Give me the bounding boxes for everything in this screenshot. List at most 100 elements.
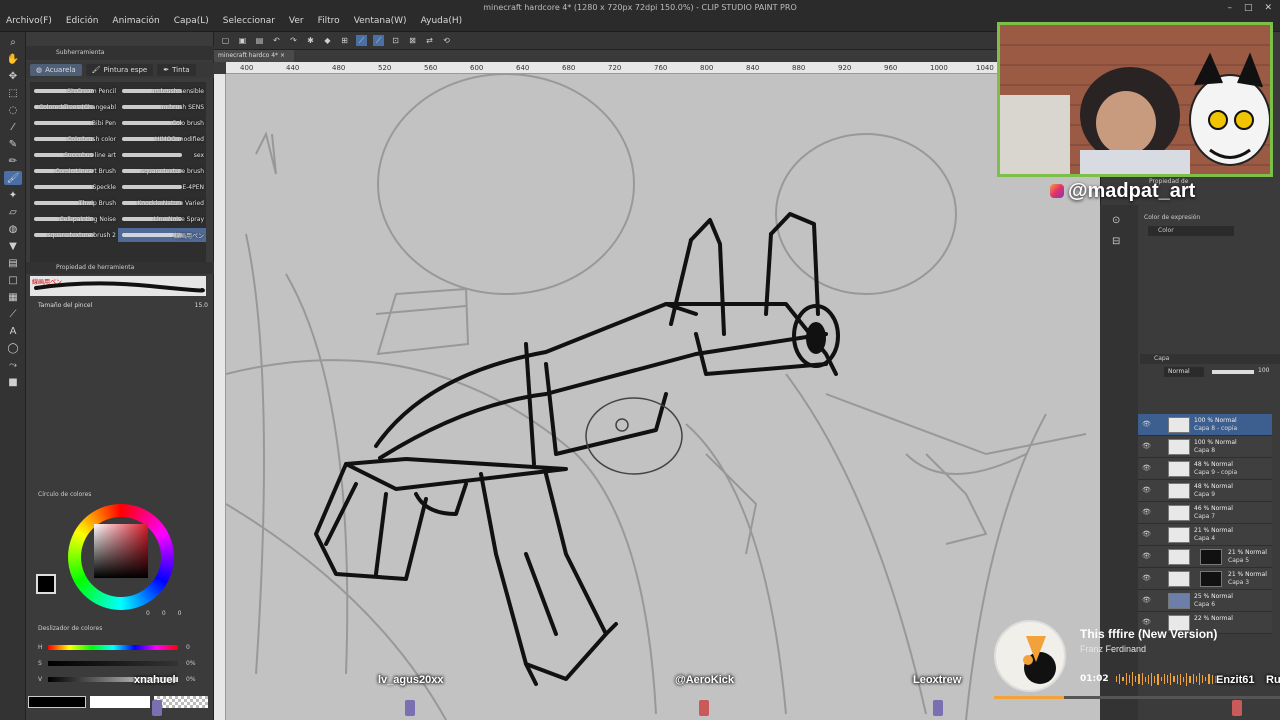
fill-tool-icon[interactable]: ▼ [4,239,22,253]
frame-tool-icon[interactable]: ▦ [4,290,22,304]
brush-item[interactable]: Line Noise Spray [118,212,206,226]
visibility-eye-icon[interactable]: 👁 [1142,420,1151,428]
menu-filtro[interactable]: Filtro [318,16,340,26]
brush-item[interactable]: square texture brush 2 [30,228,118,242]
text-tool-icon[interactable]: A [4,324,22,338]
layer-row[interactable]: 👁 21 % Normal Capa 3 [1138,568,1272,590]
brush-item[interactable]: Succubus line art [30,148,118,162]
tab-acuarela[interactable]: ◍ Acuarela [30,64,82,76]
layer-row[interactable]: 👁 21 % Normal Capa 4 [1138,524,1272,546]
saturation-value-square[interactable] [94,524,148,578]
visibility-eye-icon[interactable]: 👁 [1142,508,1151,516]
layer-row[interactable]: 👁 25 % Normal Capa 6 [1138,590,1272,612]
ruler-snap-icon[interactable]: ⊡ [390,35,401,46]
main-color-swatch[interactable] [36,574,56,594]
pencil-tool-icon[interactable]: ✏ [4,154,22,168]
select-tool-icon[interactable]: ⬚ [4,86,22,100]
layer-row[interactable]: 👁 100 % Normal Capa 8 [1138,436,1272,458]
open-icon[interactable]: ▣ [237,35,248,46]
visibility-eye-icon[interactable]: 👁 [1142,464,1151,472]
brush-item-selected[interactable]: 線画用ペン [118,228,206,242]
close-icon[interactable]: ✕ [1264,3,1272,13]
document-tab[interactable]: minecraft hardco 4* × [214,50,294,62]
undo-icon[interactable]: ↶ [271,35,282,46]
hue-slider[interactable] [48,645,178,650]
white-swatch[interactable] [90,696,150,708]
transparent-swatch[interactable] [154,696,208,708]
brush-item[interactable]: Knockle Nature Varied [118,196,206,210]
stabilizer-icon[interactable]: ⟋ [356,35,367,46]
gradient-tool-icon[interactable]: ▤ [4,256,22,270]
rotate-icon[interactable]: ⟲ [441,35,452,46]
drawing-canvas[interactable] [226,74,1100,720]
layer-row[interactable]: 👁 48 % Normal Capa 9 - copia [1138,458,1272,480]
hand-tool-icon[interactable]: ✋ [4,52,22,66]
eyedropper-tool-icon[interactable]: ⁄ [4,120,22,134]
opacity-value[interactable]: 100 [1258,367,1269,374]
tab-pintura[interactable]: 🖌 Pintura espe [85,64,154,76]
balloon-tool-icon[interactable]: ◯ [4,341,22,355]
grid-icon[interactable]: ⊠ [407,35,418,46]
pen-tool-icon[interactable]: ✎ [4,137,22,151]
correct-line-tool-icon[interactable]: ⤳ [4,358,22,372]
lasso-tool-icon[interactable]: ◌ [4,103,22,117]
fill-icon[interactable]: ◆ [322,35,333,46]
brush-item[interactable]: Cell-painting Noise [30,212,118,226]
clear-icon[interactable]: ✱ [305,35,316,46]
brush-item[interactable]: E-4PEN [118,180,206,194]
move-tool-icon[interactable]: ✥ [4,69,22,83]
brush-item[interactable]: Colo brush color [30,132,118,146]
transform-icon[interactable]: ⊞ [339,35,350,46]
brush-item[interactable]: Thwip Brush [30,196,118,210]
blend-tool-icon[interactable]: ◍ [4,222,22,236]
redo-icon[interactable]: ↷ [288,35,299,46]
layer-row[interactable]: 👁 46 % Normal Capa 7 [1138,502,1272,524]
menu-seleccionar[interactable]: Seleccionar [223,16,275,26]
menu-ver[interactable]: Ver [289,16,304,26]
color-expression-select[interactable]: Color [1148,226,1234,236]
layer-row[interactable]: 👁 21 % Normal Capa 5 [1138,546,1272,568]
visibility-eye-icon[interactable]: 👁 [1142,552,1151,560]
brush-item[interactable]: m.brush sensible [118,84,206,98]
brush-item[interactable]: Comic Lineart Brush [30,164,118,178]
brush-item[interactable]: HIMOG modified [118,132,206,146]
layer-row[interactable]: 👁 48 % Normal Capa 9 [1138,480,1272,502]
visibility-eye-icon[interactable]: 👁 [1142,596,1151,604]
snap-icon[interactable]: ⟋ [373,35,384,46]
new-icon[interactable]: ▢ [220,35,231,46]
ruler-tool-icon[interactable]: ⟋ [4,307,22,321]
saturation-slider[interactable] [48,661,178,666]
black-swatch[interactable] [28,696,86,708]
navigator-icon[interactable]: ⊙ [1112,215,1126,226]
brush-item[interactable]: sex [118,148,206,162]
visibility-eye-icon[interactable]: 👁 [1142,486,1151,494]
menu-animacion[interactable]: Animación [112,16,159,26]
brush-tool-icon[interactable]: 🖌 [4,171,22,185]
blend-mode-select[interactable]: Normal [1164,367,1204,377]
zoom-tool-icon[interactable]: ⌕ [4,35,22,49]
visibility-eye-icon[interactable]: 👁 [1142,442,1151,450]
eraser-tool-icon[interactable]: ▱ [4,205,22,219]
tab-tinta[interactable]: ✒ Tinta [157,64,196,76]
visibility-eye-icon[interactable]: 👁 [1142,530,1151,538]
brush-item[interactable]: Sh.Cream Pencil [30,84,118,98]
layer-property-icon[interactable]: ⊟ [1112,236,1126,247]
airbrush-tool-icon[interactable]: ✦ [4,188,22,202]
brush-item[interactable]: Colored Trees (Changeabl [30,100,118,114]
brush-size-value[interactable]: 15.0 [195,302,208,309]
visibility-eye-icon[interactable]: 👁 [1142,574,1151,582]
brush-item[interactable]: Speckle [30,180,118,194]
flip-icon[interactable]: ⇄ [424,35,435,46]
figure-tool-icon[interactable]: □ [4,273,22,287]
opacity-slider[interactable] [1212,370,1254,374]
menu-capa[interactable]: Capa(L) [174,16,209,26]
brush-item[interactable]: square texture brush [118,164,206,178]
main-color-swatch-icon[interactable]: ■ [4,375,22,389]
menu-edicion[interactable]: Edición [66,16,99,26]
brush-item[interactable]: m.brush SENS [118,100,206,114]
menu-ventana[interactable]: Ventana(W) [354,16,407,26]
minimize-icon[interactable]: – [1227,3,1232,13]
brush-item[interactable]: Colo brush [118,116,206,130]
layer-row[interactable]: 👁 100 % Normal Capa 8 - copia [1138,414,1272,436]
menu-ayuda[interactable]: Ayuda(H) [421,16,463,26]
